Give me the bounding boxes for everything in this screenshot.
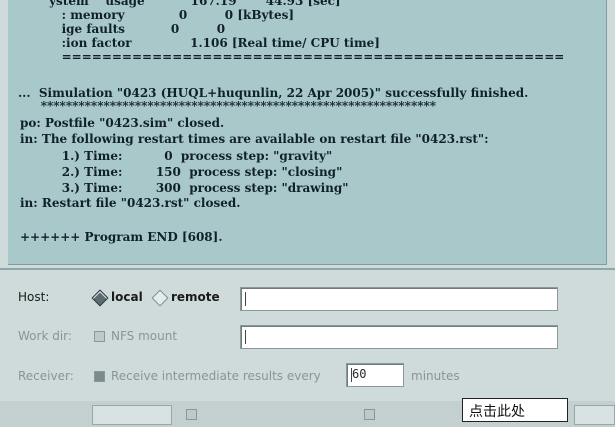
- option-checkbox[interactable]: [186, 409, 197, 420]
- nfs-mount-checkbox[interactable]: [94, 331, 105, 342]
- receive-intermediate-checkbox[interactable]: [94, 371, 105, 382]
- log-line: 1.) Time: 0 process step: "gravity": [20, 149, 333, 163]
- log-line: ========================================…: [24, 50, 565, 64]
- log-line: 2.) Time: 150 process step: "closing": [20, 165, 343, 179]
- receiver-label: Receiver:: [18, 369, 74, 383]
- log-line: : memory 0 0 [kBytes]: [24, 8, 295, 22]
- text-caret: [245, 329, 246, 344]
- workdir-input[interactable]: [240, 325, 558, 349]
- remote-radio[interactable]: [151, 289, 169, 307]
- log-line: po: Postfile "0423.sim" closed.: [20, 116, 225, 130]
- local-radio[interactable]: [91, 289, 109, 307]
- click-here-tooltip[interactable]: 点击此处: [462, 398, 568, 422]
- local-label[interactable]: local: [111, 290, 143, 304]
- interval-input[interactable]: 60: [346, 363, 404, 387]
- log-line: :ion factor 1.106 [Real time/ CPU time]: [24, 36, 380, 50]
- output-log: ystem usage 167.19 44.93 [sec] : memory …: [8, 0, 607, 265]
- interval-value: 60: [352, 367, 367, 381]
- log-line: ige faults 0 0: [24, 22, 226, 36]
- toolbar-button[interactable]: [92, 405, 172, 425]
- minutes-label: minutes: [411, 369, 460, 383]
- remote-label[interactable]: remote: [171, 290, 220, 304]
- log-line: ++++++ Program END [608].: [20, 230, 223, 244]
- host-input[interactable]: [240, 287, 558, 311]
- host-label: Host:: [18, 290, 50, 304]
- nfs-mount-label: NFS mount: [111, 329, 178, 343]
- log-line: ... Simulation "0423 (HUQL+huqunlin, 22 …: [18, 86, 529, 100]
- workdir-label: Work dir:: [18, 329, 72, 343]
- log-line: ****************************************…: [24, 99, 437, 113]
- log-line: 3.) Time: 300 process step: "drawing": [20, 181, 349, 195]
- toolbar-button[interactable]: [574, 405, 615, 425]
- log-line: in: The following restart times are avai…: [20, 132, 489, 146]
- option-checkbox[interactable]: [364, 409, 375, 420]
- log-line: in: Restart file "0423.rst" closed.: [20, 196, 241, 210]
- text-caret: [245, 291, 246, 306]
- log-line: ystem usage 167.19 44.93 [sec]: [24, 0, 341, 8]
- receive-intermediate-label: Receive intermediate results every: [111, 369, 321, 383]
- separator: [0, 268, 615, 270]
